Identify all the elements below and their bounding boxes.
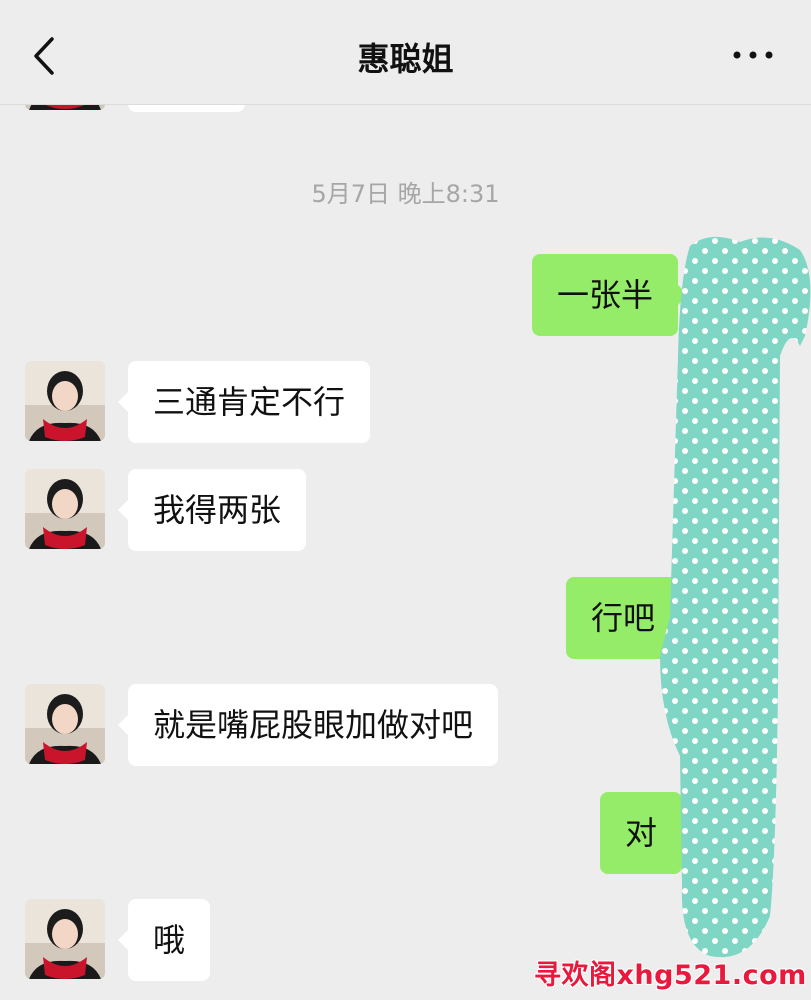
avatar[interactable] (25, 361, 105, 441)
avatar[interactable] (25, 469, 105, 549)
message-text: 三通肯定不行 (153, 383, 346, 421)
censor-overlay (660, 236, 811, 958)
message-bubble-incoming[interactable]: 我得两张 (117, 469, 307, 551)
chat-title: 惠聪姐 (357, 40, 454, 78)
message-text: 就是嘴屁股眼加做对吧 (153, 706, 474, 744)
ellipsis-icon[interactable] (730, 48, 776, 62)
avatar[interactable] (25, 684, 105, 764)
message-bubble-incoming[interactable]: 三通肯定不行 (117, 361, 371, 443)
message-bubble-incoming[interactable]: 哦 (117, 899, 211, 981)
message-text: 一张半 (557, 276, 654, 314)
message-text: 哦 (153, 921, 186, 959)
message-text: 行吧 (591, 599, 656, 637)
message-bubble-incoming[interactable]: 就是嘴屁股眼加做对吧 (117, 684, 499, 766)
watermark: 寻欢阁xhg521.com (534, 960, 807, 991)
chat-header: 惠聪姐 (0, 0, 811, 105)
message-text: 我得两张 (153, 491, 282, 529)
avatar[interactable] (25, 899, 105, 979)
message-timestamp: 5月7日 晚上8:31 (311, 180, 500, 208)
